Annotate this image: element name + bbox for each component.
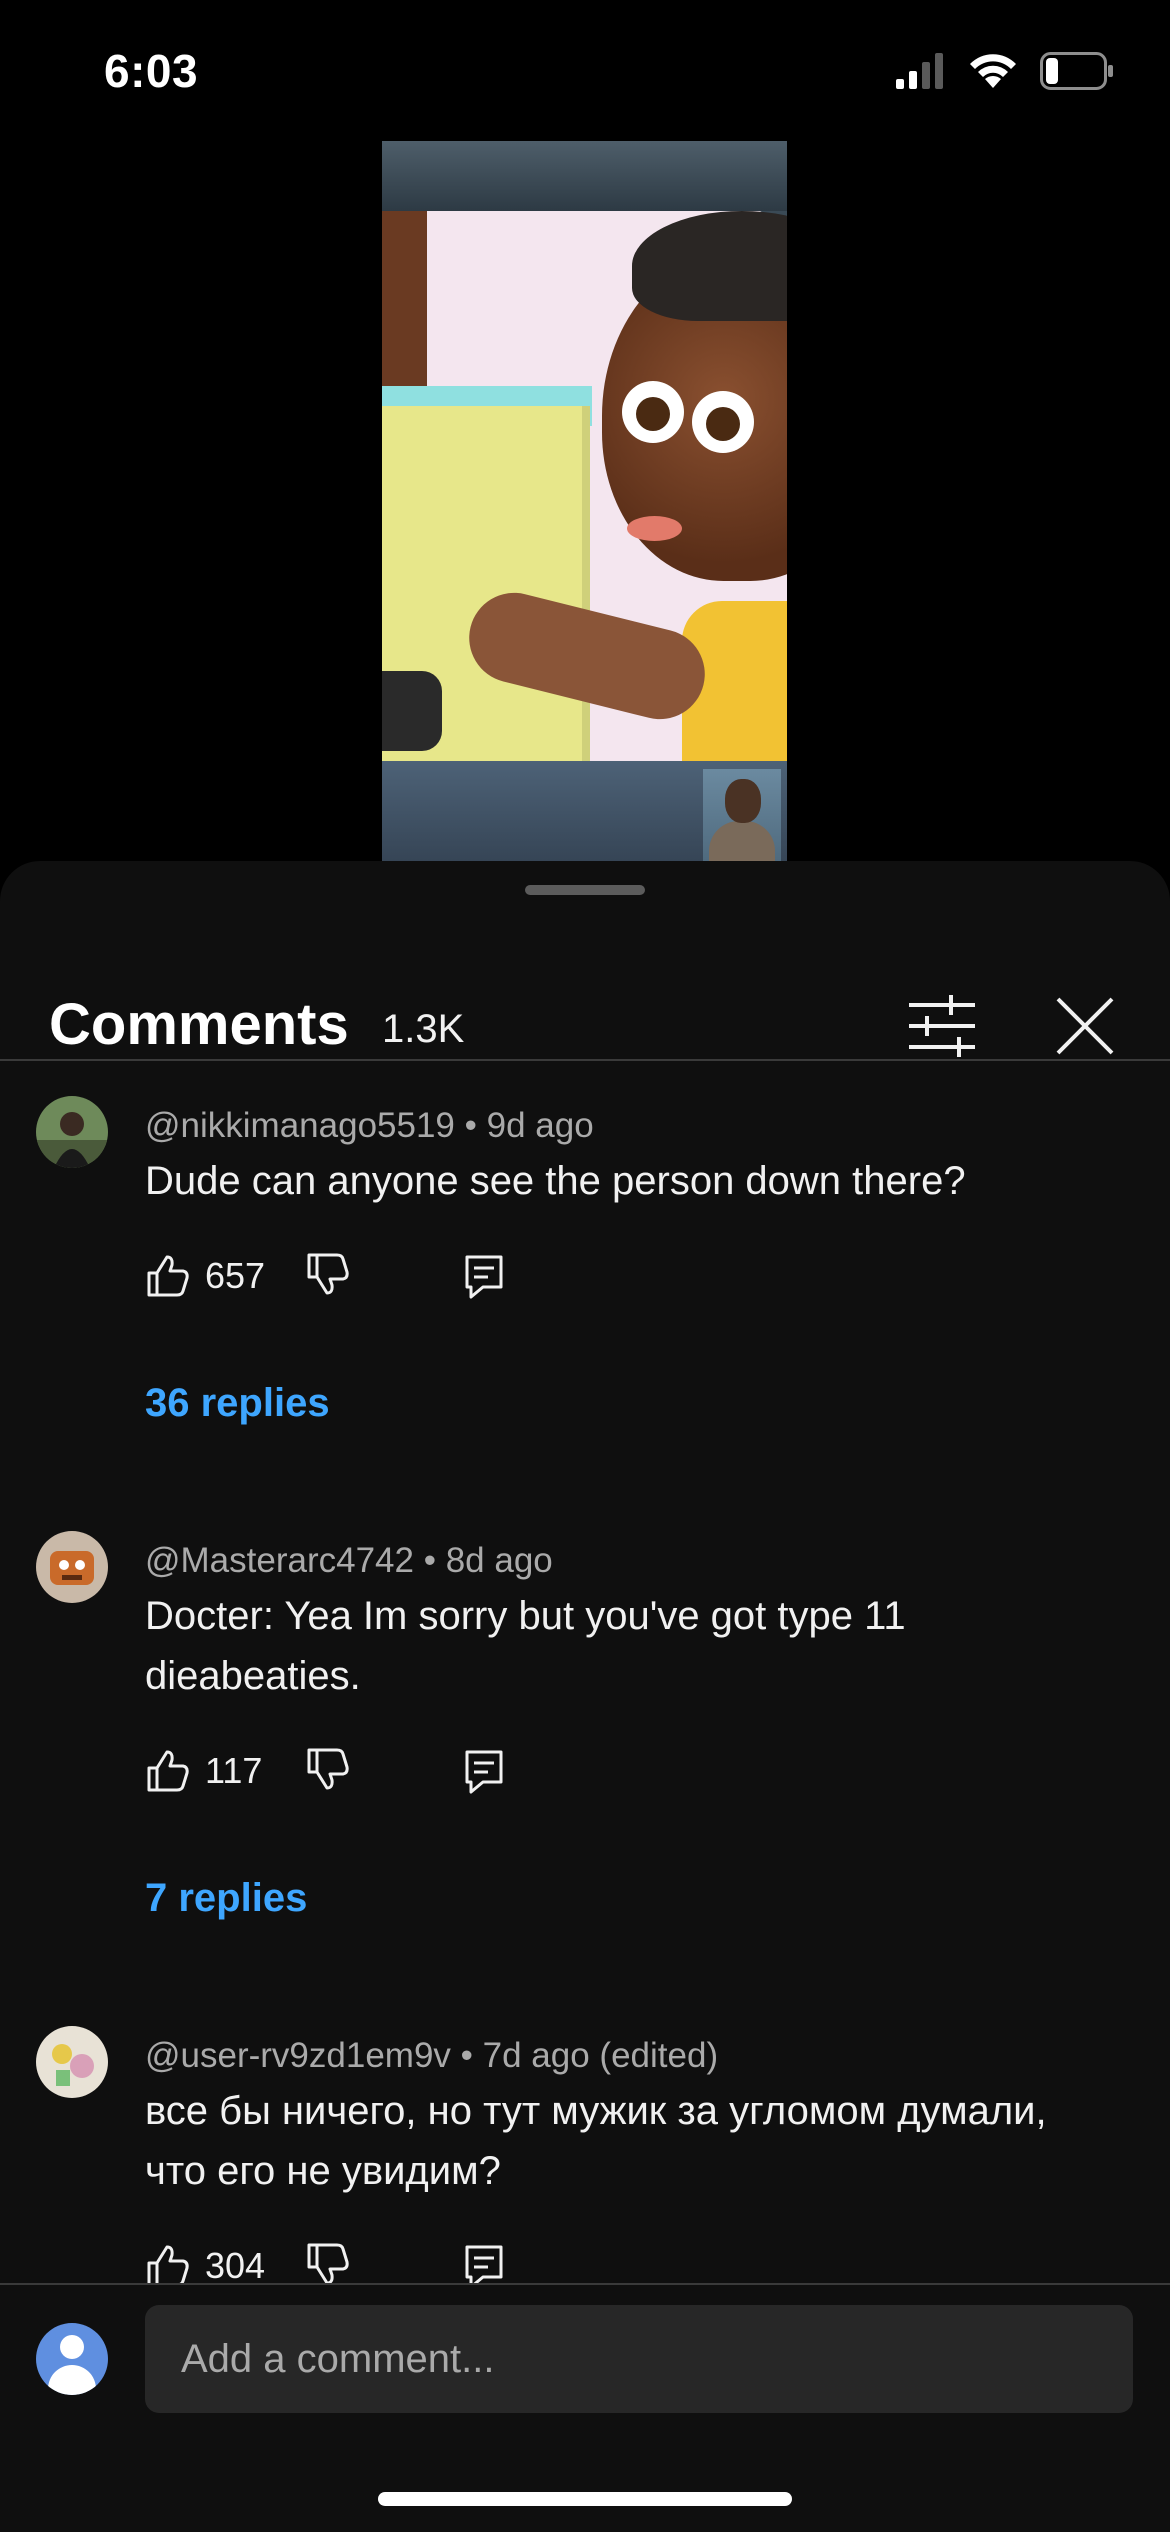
add-comment-input[interactable] [145,2305,1133,2413]
cellular-signal-icon [896,53,943,89]
video-character-eye [622,381,684,443]
reply-icon [465,1750,503,1794]
comment-text: все бы ничего, но тут мужик за угломом д… [145,2089,1047,2193]
like-count: 304 [205,2245,266,2286]
view-replies-link[interactable]: 7 replies [145,1876,307,1921]
comments-header: Comments 1.3K [0,949,1170,1059]
avatar-image [36,1096,108,1168]
sliders-icon [909,995,975,1057]
comment-age: 9d ago [486,1106,594,1145]
like-button[interactable]: 117 [145,1748,305,1794]
comment-author[interactable]: @nikkimanago5519 [145,1106,455,1145]
thumbs-down-icon [307,1253,349,1294]
header-divider [0,1059,1170,1061]
avatar-head-shape [60,2335,84,2359]
filter-button[interactable] [905,991,979,1061]
meta-separator: • [464,1106,477,1145]
like-count: 657 [205,1255,266,1296]
battery-icon [1040,52,1113,90]
thumbs-down-icon [307,2243,349,2284]
video-character-eye [692,391,754,453]
comments-title: Comments [49,992,349,1057]
avatar[interactable] [36,2026,108,2098]
comment-actions: 657 [145,1246,351,1306]
avatar[interactable] [36,1531,108,1603]
comment-author[interactable]: @user-rv9zd1em9v [145,2036,451,2075]
meta-separator: • [423,1541,436,1580]
comments-sheet: Comments 1.3K @nikkimanago5519 • 9d ago … [0,861,1170,2532]
view-replies-link[interactable]: 36 replies [145,1381,330,1426]
comment-meta: @Masterarc4742 • 8d ago [145,1541,553,1581]
thumbs-up-icon [147,1750,189,1792]
face-cam-head [725,779,761,823]
thumbs-down-icon [307,1748,349,1789]
avatar-image [36,1531,108,1603]
comment-meta: @nikkimanago5519 • 9d ago [145,1106,594,1146]
dislike-button[interactable] [305,1746,351,1797]
meta-separator: • [460,2036,473,2075]
comment-age: 8d ago [445,1541,553,1580]
home-indicator[interactable] [378,2492,792,2506]
avatar-body-shape [48,2365,96,2395]
avatar-image [36,2026,108,2098]
video-character-mouth [627,516,682,541]
comment-text: Docter: Yea Im sorry but you've got type… [145,1594,906,1698]
screen: 6:03 Comments 1.3K @nikkimanago5519 • 9d… [0,0,1170,2532]
reply-button[interactable] [461,1741,507,1801]
comment-meta: @user-rv9zd1em9v • 7d ago (edited) [145,2036,718,2076]
status-time: 6:03 [104,45,199,97]
video-disc [382,671,442,751]
current-user-avatar [36,2323,108,2395]
video-frame-top [382,141,787,211]
close-icon [1056,997,1114,1055]
video-face-cam [703,769,781,861]
wifi-icon [970,54,1016,88]
reply-icon [465,1255,503,1299]
drag-handle[interactable] [525,885,645,895]
comments-count: 1.3K [382,1007,465,1051]
reply-button[interactable] [461,1246,507,1306]
comment-actions: 117 [145,1741,351,1801]
thumbs-up-icon [147,1255,189,1297]
dislike-button[interactable] [305,1251,351,1302]
video-shelf [382,211,427,411]
status-icons [896,52,1114,90]
like-count: 117 [205,1750,263,1791]
comment-text: Dude can anyone see the person down ther… [145,1159,966,1203]
comment-author[interactable]: @Masterarc4742 [145,1541,414,1580]
close-button[interactable] [1050,991,1120,1061]
avatar[interactable] [36,1096,108,1168]
comment-age: 7d ago (edited) [482,2036,719,2075]
like-button[interactable]: 657 [145,1253,305,1299]
video-player[interactable] [382,141,787,861]
face-cam-body [709,821,775,861]
